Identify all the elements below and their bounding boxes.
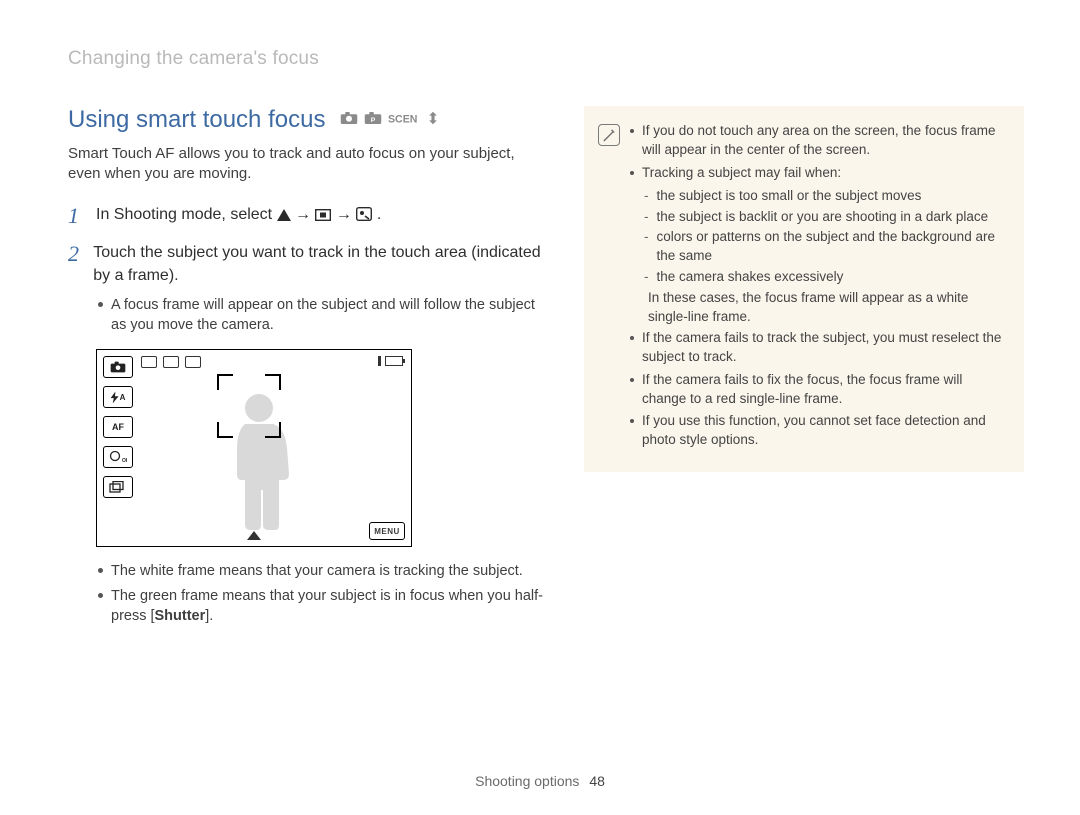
step-1: 1 In Shooting mode, select → → . — [68, 203, 548, 229]
step-number: 1 — [68, 203, 86, 229]
scene-text-icon: SCENE — [388, 111, 418, 125]
lcd-up-arrow-icon — [247, 531, 261, 540]
camera-lcd-illustration: AF OFF — [96, 349, 412, 547]
focus-frame-corner — [265, 422, 281, 438]
bullet-dot-icon — [98, 302, 103, 307]
svg-text:P: P — [371, 117, 376, 124]
bullet-item: The white frame means that your camera i… — [98, 561, 548, 581]
signal-bar-icon — [378, 356, 381, 366]
bullet-dot-icon — [98, 593, 103, 598]
bullet-dot-icon — [630, 378, 634, 382]
post-screenshot-bullets: The white frame means that your camera i… — [98, 561, 548, 626]
step-number: 2 — [68, 241, 83, 287]
svg-text:SCENE: SCENE — [388, 113, 418, 125]
note-item: If you do not touch any area on the scre… — [630, 122, 1004, 160]
dash-icon: - — [644, 187, 649, 206]
note-sub-item: -the subject is backlit or you are shoot… — [644, 208, 1004, 227]
breadcrumb: Changing the camera's focus — [68, 48, 1024, 70]
lcd-top-icon — [163, 356, 179, 368]
page-footer: Shooting options 48 — [0, 773, 1080, 789]
lcd-face-off-button: OFF — [103, 446, 133, 468]
note-sub-item: -the camera shakes excessively — [644, 268, 1004, 287]
arrow-sep-2: → — [336, 206, 356, 223]
camera-auto-icon — [340, 111, 358, 125]
svg-text:OFF: OFF — [122, 458, 127, 464]
lcd-top-icon — [141, 356, 157, 368]
note-item: Tracking a subject may fail when: — [630, 164, 1004, 183]
note-text: If the camera fails to track the subject… — [642, 329, 1004, 367]
mode-icons-group: P SCENE — [340, 111, 442, 125]
lcd-drive-button — [103, 476, 133, 498]
focus-frame-corner — [265, 374, 281, 390]
lcd-menu-button: MENU — [369, 522, 405, 540]
bullet-dot-icon — [630, 419, 634, 423]
page-number: 48 — [589, 773, 605, 789]
two-column-layout: Using smart touch focus P SCENE Smart To… — [68, 106, 1024, 626]
bullet-dot-icon — [630, 336, 634, 340]
section-title: Using smart touch focus — [68, 106, 325, 133]
dash-icon: - — [644, 208, 649, 227]
dash-icon: - — [644, 268, 649, 287]
bullet-text: A focus frame will appear on the subject… — [111, 295, 548, 336]
focus-rect-icon — [315, 209, 331, 221]
note-text: If the camera fails to fix the focus, th… — [642, 371, 1004, 409]
step-1-post: . — [377, 206, 381, 223]
bullet-item: The green frame means that your subject … — [98, 586, 548, 627]
note-sub-item: -colors or patterns on the subject and t… — [644, 228, 1004, 266]
bullet-dot-icon — [98, 568, 103, 573]
step-2-sub-bullets: A focus frame will appear on the subject… — [98, 295, 548, 336]
lcd-left-buttons: AF OFF — [103, 356, 133, 498]
step-2-text: Touch the subject you want to track in t… — [93, 241, 548, 287]
step-1-pre: In Shooting mode, select — [96, 206, 277, 223]
lcd-af-button: AF — [103, 416, 133, 438]
bullet-item: A focus frame will appear on the subject… — [98, 295, 548, 336]
arrow-sep-1: → — [295, 206, 315, 223]
left-column: Using smart touch focus P SCENE Smart To… — [68, 106, 548, 626]
shutter-label: Shutter — [155, 608, 206, 624]
subject-silhouette — [227, 390, 297, 530]
up-triangle-icon — [277, 209, 291, 221]
focus-frame-corner — [217, 374, 233, 390]
right-column: If you do not touch any area on the scre… — [584, 106, 1024, 626]
lcd-mode-button — [103, 356, 133, 378]
note-text: Tracking a subject may fail when: — [642, 164, 841, 183]
bullet-dot-icon — [630, 171, 634, 175]
lcd-top-icon — [185, 356, 201, 368]
camera-p-icon: P — [364, 111, 382, 125]
battery-icon — [385, 356, 403, 366]
note-sub-text: the subject is backlit or you are shooti… — [657, 208, 989, 227]
focus-frame-corner — [217, 422, 233, 438]
lcd-battery-indicator — [378, 356, 403, 366]
note-sub-text: the subject is too small or the subject … — [657, 187, 922, 206]
step-1-text: In Shooting mode, select → → . — [96, 203, 381, 229]
note-box: If you do not touch any area on the scre… — [584, 106, 1024, 472]
steps-list: 1 In Shooting mode, select → → . 2 Touch… — [68, 203, 548, 287]
note-icon — [598, 124, 620, 146]
footer-section-label: Shooting options — [475, 773, 579, 789]
dash-icon: - — [644, 228, 649, 266]
note-sub-text: the camera shakes excessively — [657, 268, 844, 287]
bullet-text: The green frame means that your subject … — [111, 586, 548, 627]
lcd-top-icons — [141, 356, 201, 368]
manual-page: Changing the camera's focus Using smart … — [0, 0, 1080, 815]
note-sub-item: -the subject is too small or the subject… — [644, 187, 1004, 206]
step-2: 2 Touch the subject you want to track in… — [68, 241, 548, 287]
intro-paragraph: Smart Touch AF allows you to track and a… — [68, 144, 548, 185]
bullet-text: The white frame means that your camera i… — [111, 561, 523, 581]
note-text: If you use this function, you cannot set… — [642, 412, 1004, 450]
note-sub-text: colors or patterns on the subject and th… — [657, 228, 1005, 266]
smart-touch-af-icon — [356, 207, 372, 221]
note-item: If the camera fails to fix the focus, th… — [630, 371, 1004, 409]
section-heading-row: Using smart touch focus P SCENE — [68, 106, 548, 134]
dual-is-icon — [424, 111, 442, 125]
note-item: If the camera fails to track the subject… — [630, 329, 1004, 367]
note-tail: In these cases, the focus frame will app… — [630, 289, 1004, 327]
bullet-dot-icon — [630, 129, 634, 133]
note-item: If you use this function, you cannot set… — [630, 412, 1004, 450]
lcd-flash-button — [103, 386, 133, 408]
note-text: If you do not touch any area on the scre… — [642, 122, 1004, 160]
note-tail-text: In these cases, the focus frame will app… — [648, 289, 1004, 327]
note-list: If you do not touch any area on the scre… — [630, 122, 1004, 454]
